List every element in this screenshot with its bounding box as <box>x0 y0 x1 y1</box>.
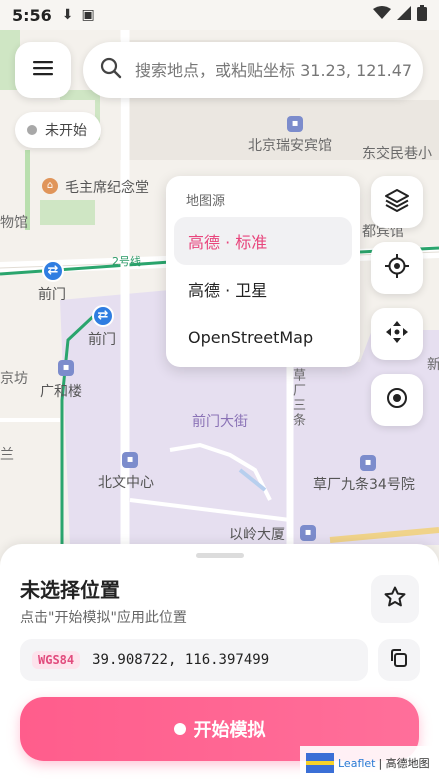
gps-crosshair-icon <box>384 253 410 283</box>
map-source-label: 高德 · 标准 <box>188 233 268 252</box>
coordinate-value: 39.908722, 116.397499 <box>92 652 270 668</box>
center-target-button[interactable] <box>371 374 423 426</box>
status-dot <box>27 125 37 135</box>
metro-station-icon: ⇄ <box>42 260 64 282</box>
map-label-mausoleum: 毛主席纪念堂 <box>65 180 149 196</box>
target-icon <box>384 385 410 415</box>
map-label-line2: 2号线 <box>112 255 141 268</box>
map-source-label: OpenStreetMap <box>188 327 314 347</box>
simulation-status-chip: 未开始 <box>15 112 101 148</box>
map-source-menu-title: 地图源 <box>186 194 226 209</box>
map-label-qianmen-2: 前门 <box>88 332 116 348</box>
ukraine-flag-icon <box>306 753 334 773</box>
map-source-openstreetmap[interactable]: OpenStreetMap <box>174 313 352 361</box>
map-label-lan: 兰 <box>0 447 14 463</box>
map-label-caochang: 草厂三条 <box>290 368 305 428</box>
menu-button[interactable] <box>15 42 71 98</box>
hotel-icon: ▪ <box>287 116 303 132</box>
map-label-wuguan: 物馆 <box>0 215 28 231</box>
map-source-label: 高德 · 卫星 <box>188 281 268 300</box>
sheet-drag-handle[interactable] <box>196 553 244 558</box>
pan-move-button[interactable] <box>371 308 423 360</box>
status-time: 5:56 <box>12 5 52 25</box>
start-dot-icon <box>173 723 186 735</box>
search-input[interactable] <box>135 60 423 80</box>
map-source-amap-satellite[interactable]: 高德 · 卫星 <box>174 265 352 313</box>
favorite-button[interactable] <box>371 575 419 623</box>
search-bar[interactable] <box>83 42 423 98</box>
signal-icon <box>397 6 411 24</box>
building-icon: ▪ <box>300 525 316 541</box>
map-source-amap-standard[interactable]: 高德 · 标准 <box>174 217 352 265</box>
building-icon: ▪ <box>58 360 74 376</box>
map-label-yiling: 以岭大厦 <box>229 527 285 543</box>
wifi-icon <box>373 6 391 24</box>
copy-coordinates-button[interactable] <box>378 639 420 681</box>
map-label-dongjiao: 东交民巷小 <box>362 146 432 162</box>
map-label-qianmendajie: 前门大街 <box>192 414 248 430</box>
hamburger-menu-icon <box>32 59 54 81</box>
coordinate-display: WGS84 39.908722, 116.397499 <box>20 639 368 681</box>
search-icon <box>99 56 123 84</box>
app-notification-icon: ▣ <box>81 7 95 23</box>
download-icon: ⬇ <box>61 7 74 23</box>
map-label-beiwen: 北文中心 <box>98 475 154 491</box>
map-label-jingfang: 京坊 <box>0 371 28 387</box>
battery-icon <box>417 5 427 25</box>
layers-icon <box>384 187 410 217</box>
location-hint: 点击"开始模拟"应用此位置 <box>20 610 187 626</box>
layers-button[interactable] <box>371 176 423 228</box>
building-icon: ▪ <box>360 455 376 471</box>
map-label-ruian: 北京瑞安宾馆 <box>248 138 332 154</box>
leaflet-link[interactable]: Leaflet <box>338 757 375 770</box>
status-bar: 5:56 ⬇ ▣ <box>0 0 439 30</box>
copy-icon <box>389 648 409 672</box>
map-label-caochang34: 草厂九条34号院 <box>313 477 415 493</box>
map-label-guangheylou: 广和楼 <box>40 384 82 400</box>
start-simulation-label: 开始模拟 <box>193 720 266 741</box>
building-icon: ▪ <box>122 452 138 468</box>
landmark-icon: ⌂ <box>42 178 58 194</box>
my-location-button[interactable] <box>371 242 423 294</box>
map-source-menu: 地图源 高德 · 标准 高德 · 卫星 OpenStreetMap <box>166 176 360 367</box>
location-bottom-sheet: 未选择位置 点击"开始模拟"应用此位置 WGS84 39.908722, 116… <box>0 544 439 780</box>
status-icons <box>373 5 427 25</box>
map-label-qianmen-1: 前门 <box>38 287 66 303</box>
status-chip-label: 未开始 <box>45 123 87 139</box>
metro-station-icon: ⇄ <box>92 305 114 327</box>
star-icon <box>383 585 407 613</box>
map-provider-text: | 高德地图 <box>378 757 430 770</box>
coordinate-system-badge: WGS84 <box>32 651 81 669</box>
location-title: 未选择位置 <box>20 578 120 602</box>
map-label-xin: 新 <box>427 357 439 373</box>
map-attribution: Leaflet | 高德地图 <box>300 746 439 780</box>
move-arrows-icon <box>384 319 410 349</box>
